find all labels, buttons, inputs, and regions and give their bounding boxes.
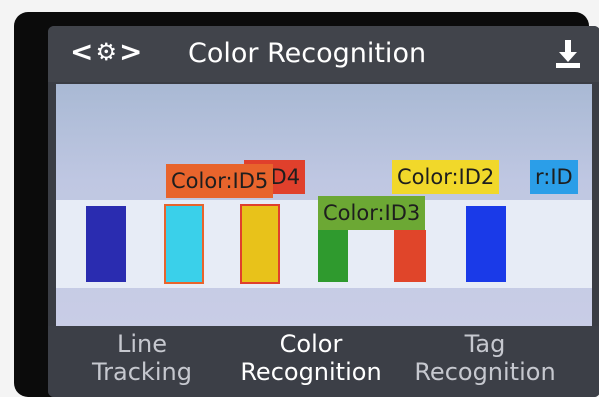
camera-view: r:ID4 Color:ID5 Color:ID3 Color:ID2 r:ID bbox=[56, 84, 592, 326]
dark-blue-swatch bbox=[86, 206, 126, 282]
color-tag-id1: r:ID bbox=[530, 160, 578, 194]
download-icon[interactable] bbox=[554, 38, 582, 70]
screen: < ⚙ > Color Recognition r:ID4 Color:ID5 … bbox=[48, 26, 599, 397]
color-tag-id3-text: Color:ID3 bbox=[323, 201, 421, 225]
color-tag-id5: Color:ID5 bbox=[166, 164, 274, 198]
color-tag-id2: Color:ID2 bbox=[392, 160, 500, 194]
gear-icon[interactable]: ⚙ bbox=[95, 34, 117, 70]
color-tag-id1-text: r:ID bbox=[535, 165, 573, 189]
tab-color-recognition-line2: Recognition bbox=[240, 358, 382, 386]
tab-line-tracking[interactable]: Line Tracking bbox=[82, 330, 202, 386]
header-bar: < ⚙ > Color Recognition bbox=[48, 26, 599, 82]
prev-button[interactable]: < bbox=[70, 34, 93, 70]
tab-color-recognition-line1: Color bbox=[279, 330, 343, 358]
tab-tag-recognition-line2: Recognition bbox=[414, 358, 556, 386]
color-tag-id2-text: Color:ID2 bbox=[397, 165, 495, 189]
green-swatch bbox=[318, 230, 348, 282]
color-tag-id3: Color:ID3 bbox=[318, 196, 426, 230]
yellow-swatch bbox=[240, 204, 280, 284]
bottom-tab-bar: Line Tracking Color Recognition Tag Reco… bbox=[48, 326, 599, 397]
next-button[interactable]: > bbox=[119, 34, 142, 70]
tab-color-recognition[interactable]: Color Recognition bbox=[226, 330, 396, 386]
tab-tag-recognition-line1: Tag bbox=[464, 330, 506, 358]
color-tag-id5-text: Color:ID5 bbox=[171, 169, 269, 193]
page-title: Color Recognition bbox=[188, 38, 427, 69]
tab-line-tracking-line2: Tracking bbox=[92, 358, 192, 386]
tab-line-tracking-line1: Line bbox=[116, 330, 167, 358]
blue-swatch bbox=[466, 206, 506, 282]
cyan-swatch bbox=[164, 204, 204, 284]
nav-controls: < ⚙ > bbox=[70, 34, 142, 70]
tab-tag-recognition[interactable]: Tag Recognition bbox=[400, 330, 570, 386]
red-swatch bbox=[394, 230, 426, 282]
